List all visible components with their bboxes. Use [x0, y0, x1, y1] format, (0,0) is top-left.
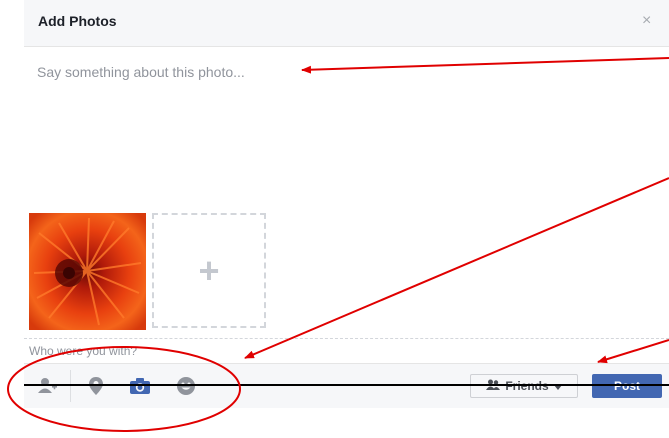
- annotation-overlay: [7, 57, 669, 432]
- annotation-arrow: [597, 339, 669, 364]
- annotation-circle: [7, 346, 241, 432]
- annotation-arrow: [301, 57, 669, 74]
- annotation-arrow: [244, 177, 669, 359]
